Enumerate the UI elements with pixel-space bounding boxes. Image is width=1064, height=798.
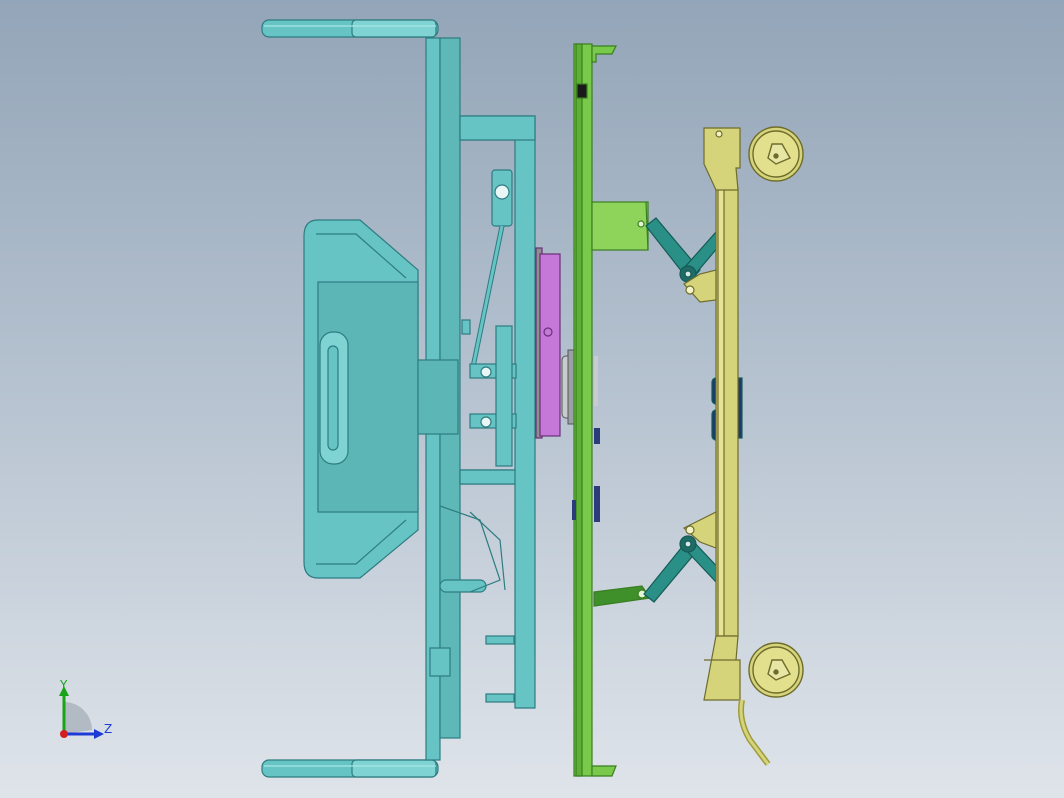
orientation-triad: Y Z xyxy=(50,676,120,746)
magenta-mount-plate xyxy=(535,247,561,439)
triad-z-label: Z xyxy=(104,722,113,736)
top-wheel xyxy=(748,126,804,182)
actuator-cylinder xyxy=(461,169,517,467)
triad-y-label: Y xyxy=(60,678,68,692)
cad-model-side-view[interactable] xyxy=(0,0,1064,798)
center-hub xyxy=(417,359,459,435)
bottom-wheel xyxy=(748,642,804,698)
left-frame-assembly xyxy=(261,19,536,778)
cad-viewport[interactable]: Y Z xyxy=(0,0,1064,798)
triad-origin xyxy=(60,730,68,738)
green-plate xyxy=(573,43,652,777)
